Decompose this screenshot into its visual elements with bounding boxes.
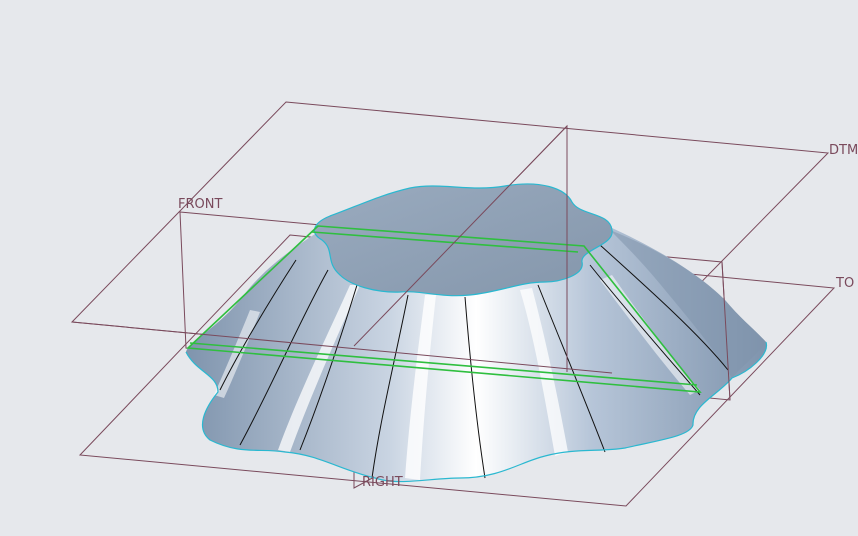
model-canvas[interactable]: FRONT DTM TO RIGHT [0, 0, 858, 536]
datum-label-top[interactable]: TO [835, 276, 854, 291]
datum-label-front[interactable]: FRONT [178, 197, 222, 212]
datum-label-dtm[interactable]: DTM [829, 143, 858, 158]
3d-model-viewport[interactable]: FRONT DTM TO RIGHT [0, 0, 858, 536]
datum-label-right[interactable]: RIGHT [362, 475, 403, 490]
fluted-part[interactable] [185, 183, 767, 483]
